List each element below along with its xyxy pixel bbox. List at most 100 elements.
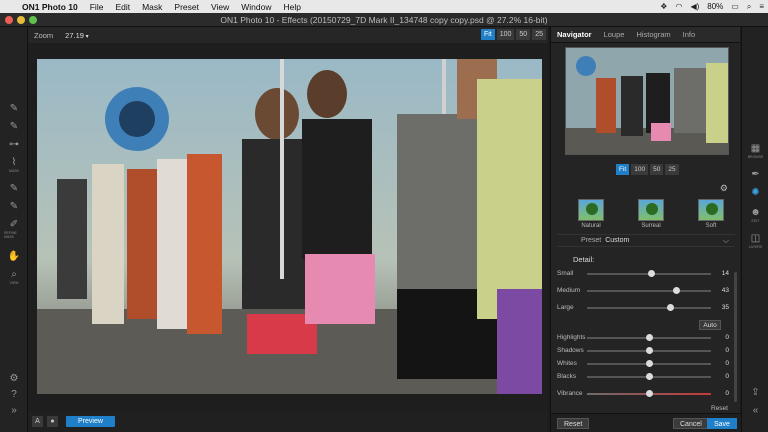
collapse-left-panel[interactable]: » [4, 405, 24, 423]
preset-natural[interactable]: Natural [571, 199, 611, 229]
panel-scrollbar[interactable] [734, 272, 737, 402]
mask-icon: ⌇ [11, 157, 17, 168]
battery-percent: 80% [707, 2, 724, 11]
nav-zoom-25[interactable]: 25 [665, 164, 679, 175]
menu-mask[interactable]: Mask [142, 2, 162, 12]
slider-track[interactable] [587, 390, 711, 397]
zoom-25-button[interactable]: 25 [532, 29, 546, 40]
hand-tool[interactable]: ✋ [4, 251, 24, 269]
menu-preset[interactable]: Preset [174, 2, 199, 12]
menu-view[interactable]: View [211, 2, 229, 12]
module-layers[interactable]: ◫ LAYERS [745, 233, 766, 249]
slider-small[interactable]: Small 14 [557, 269, 729, 279]
zoom-100-button[interactable]: 100 [496, 29, 515, 40]
preset-natural-label: Natural [581, 223, 601, 229]
slider-value: 0 [725, 334, 729, 341]
tab-info[interactable]: Info [677, 30, 702, 39]
mask-view-icon[interactable]: ● [47, 416, 58, 427]
develop-icon: ✒ [751, 169, 760, 180]
slider-knob[interactable] [648, 270, 656, 277]
collapse-right-panel[interactable]: « [745, 405, 766, 417]
slider-track[interactable] [587, 304, 711, 311]
slider-medium[interactable]: Medium 43 [557, 286, 729, 296]
reset-vibrance-button[interactable]: Reset [711, 405, 728, 412]
reset-button[interactable]: Reset [557, 418, 590, 429]
slider-track[interactable] [587, 270, 711, 277]
left-toolbar: ✎ ✎ ⊶ ⌇ MASK ✎ ✎ ✐ REFINE MASK ✋ ⌕ VIEW ⚙ ?… [0, 27, 28, 432]
slider-track[interactable] [587, 334, 711, 341]
brush-tool-2[interactable]: ✎ [4, 183, 24, 201]
slider-large[interactable]: Large 35 [557, 303, 729, 313]
tab-histogram[interactable]: Histogram [630, 30, 676, 39]
slider-shadows[interactable]: Shadows 0 [557, 346, 729, 356]
image-canvas[interactable] [28, 43, 548, 411]
save-button[interactable]: Save [707, 418, 737, 429]
slider-vibrance[interactable]: Vibrance 0 [557, 389, 729, 399]
auto-button[interactable]: Auto [699, 320, 721, 330]
module-layers-label: LAYERS [748, 245, 763, 249]
nav-zoom-50[interactable]: 50 [650, 164, 664, 175]
detail-title: Detail: [573, 255, 595, 264]
menu-help[interactable]: Help [284, 2, 301, 12]
nav-zoom-100[interactable]: 100 [631, 164, 649, 175]
menu-list-icon[interactable]: ≡ [759, 2, 764, 11]
brush-plus-tool[interactable]: ✎ [4, 121, 24, 139]
wifi-icon[interactable]: ◠ [675, 2, 682, 11]
slider-knob[interactable] [673, 287, 681, 294]
preset-dropdown[interactable]: Preset Custom ⌵ [557, 234, 735, 247]
search-icon[interactable]: ⌕ [747, 2, 751, 12]
slider-knob[interactable] [646, 347, 653, 354]
preview-button[interactable]: Preview [66, 416, 115, 427]
zoom-tool[interactable]: ⌕ VIEW [4, 269, 24, 287]
slider-track[interactable] [587, 347, 711, 354]
share-button[interactable]: ⇪ [745, 387, 766, 399]
slider-whites[interactable]: Whites 0 [557, 359, 729, 369]
module-develop[interactable]: ✒ [745, 169, 766, 181]
gear-icon[interactable]: ⚙ [720, 183, 728, 194]
module-browse[interactable]: ▦ BROWSE [745, 143, 766, 159]
module-portrait[interactable]: ☻ EDIT [745, 207, 766, 223]
slider-knob[interactable] [646, 373, 653, 380]
slider-knob[interactable] [646, 390, 653, 397]
slider-knob[interactable] [667, 304, 675, 311]
portrait-icon: ☻ [750, 207, 761, 218]
navigator-preview[interactable] [565, 47, 729, 155]
tab-loupe[interactable]: Loupe [598, 30, 631, 39]
slider-track[interactable] [587, 287, 711, 294]
slider-knob[interactable] [646, 360, 653, 367]
zoom-fit-button[interactable]: Fit [480, 29, 495, 40]
dropbox-icon[interactable]: ❖ [660, 2, 667, 11]
volume-icon[interactable]: ◀) [690, 2, 699, 11]
slider-track[interactable] [587, 360, 711, 367]
chevron-down-icon: ⌵ [722, 235, 729, 245]
compare-a-button[interactable]: A [32, 416, 43, 427]
slider-highlights[interactable]: Highlights 0 [557, 333, 729, 343]
menu-window[interactable]: Window [241, 2, 271, 12]
slider-knob[interactable] [646, 334, 653, 341]
menu-edit[interactable]: Edit [115, 2, 130, 12]
cancel-button[interactable]: Cancel [673, 418, 709, 429]
menu-app-name[interactable]: ON1 Photo 10 [22, 2, 78, 12]
slider-blacks[interactable]: Blacks 0 [557, 372, 729, 382]
preset-soft[interactable]: Soft [691, 199, 731, 229]
slider-value: 14 [721, 270, 729, 277]
slider-track[interactable] [587, 373, 711, 380]
battery-icon[interactable]: ▭ [731, 2, 739, 11]
brush-plus-tool-2[interactable]: ✎ [4, 201, 24, 219]
slider-label: Whites [557, 360, 577, 367]
module-effects[interactable]: ✺ [745, 187, 766, 199]
refine-mask-tool[interactable]: ✐ REFINE MASK [4, 219, 24, 239]
tab-navigator[interactable]: Navigator [551, 30, 598, 39]
preset-thumbnails: Natural Surreal Soft [571, 199, 731, 229]
nav-zoom-fit[interactable]: Fit [616, 164, 630, 175]
module-edit-label: EDIT [751, 219, 760, 223]
gradient-tool[interactable]: ⊶ [4, 139, 24, 157]
double-chevron-icon: » [11, 405, 17, 416]
mask-tool[interactable]: ⌇ MASK [4, 157, 24, 175]
brush-tool[interactable]: ✎ [4, 103, 24, 121]
zoom-value-dropdown[interactable]: 27.19 [65, 31, 88, 40]
zoom-50-button[interactable]: 50 [516, 29, 531, 40]
menu-file[interactable]: File [90, 2, 104, 12]
preset-surreal[interactable]: Surreal [631, 199, 671, 229]
slider-label: Highlights [557, 334, 586, 341]
